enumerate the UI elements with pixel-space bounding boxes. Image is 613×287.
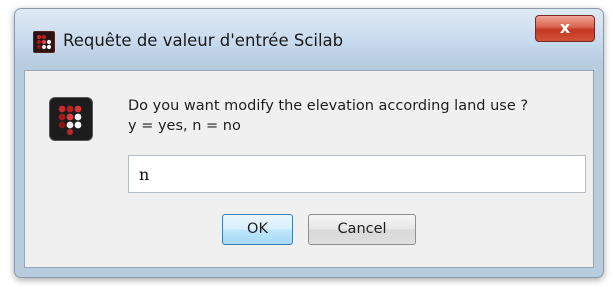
answer-input[interactable] [128, 155, 586, 193]
window-title: Requête de valeur d'entrée Scilab [63, 31, 344, 50]
cancel-button[interactable]: Cancel [308, 214, 416, 245]
dialog-window: Requête de valeur d'entrée Scilab x Do y… [14, 8, 604, 278]
close-icon: x [559, 18, 571, 37]
dialog-content: Do you want modify the elevation accordi… [24, 70, 594, 268]
scilab-icon [33, 31, 55, 53]
ok-button[interactable]: OK [222, 214, 293, 245]
prompt-message: Do you want modify the elevation accordi… [128, 98, 529, 134]
close-button[interactable]: x [535, 15, 595, 42]
title-bar[interactable]: Requête de valeur d'entrée Scilab x [15, 9, 603, 71]
scilab-message-icon [49, 97, 93, 141]
